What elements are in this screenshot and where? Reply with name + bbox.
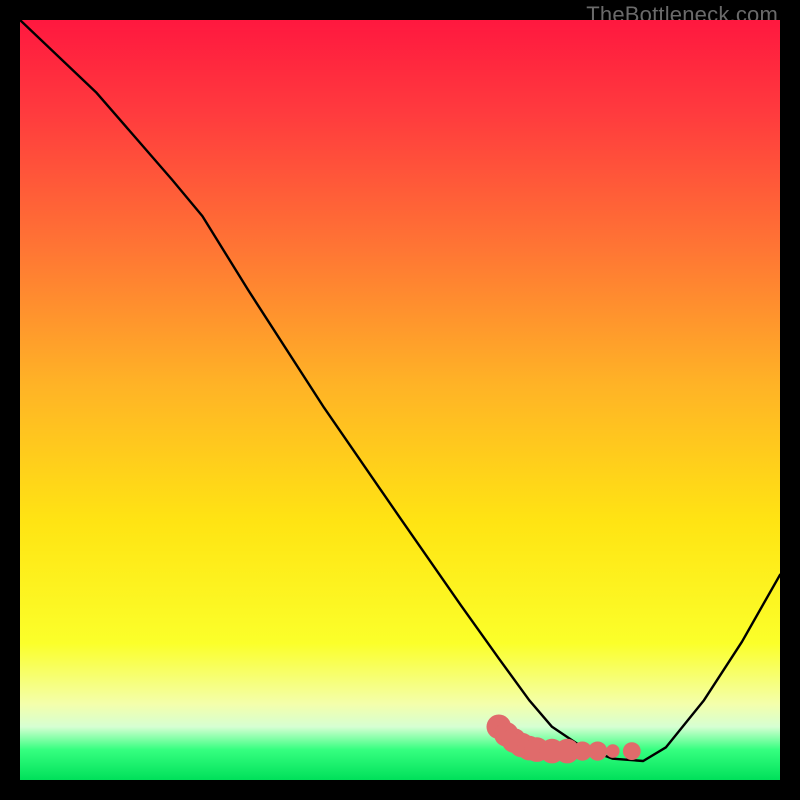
chart-frame bbox=[20, 20, 780, 780]
marker-dot bbox=[623, 742, 641, 760]
bottleneck-chart bbox=[20, 20, 780, 780]
marker-dot bbox=[606, 744, 620, 758]
marker-dot bbox=[588, 742, 607, 761]
gradient-rect bbox=[20, 20, 780, 780]
